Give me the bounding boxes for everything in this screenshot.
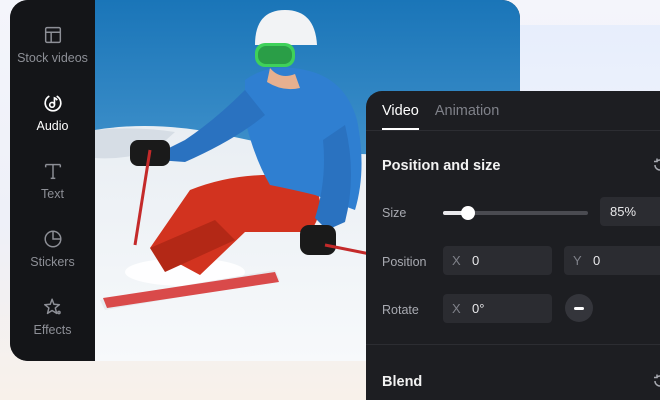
position-label: Position — [382, 255, 427, 269]
rotate-input[interactable]: X 0° — [443, 294, 552, 323]
stock-videos-icon — [44, 26, 61, 43]
sidebar-item-label: Audio — [36, 118, 69, 133]
sidebar-item-audio[interactable]: Audio — [10, 78, 95, 146]
properties-panel: Video Animation Position and size Size 8… — [366, 91, 660, 400]
reset-icon[interactable] — [652, 373, 660, 389]
position-size-title: Position and size — [382, 158, 501, 174]
x-axis-label: X — [452, 301, 461, 316]
reset-icon[interactable] — [652, 157, 660, 173]
sidebar-item-label: Text — [41, 186, 64, 201]
rotate-value: 0° — [472, 301, 485, 316]
section-divider — [366, 344, 660, 345]
tab-animation[interactable]: Animation — [435, 103, 499, 130]
audio-icon — [43, 94, 62, 112]
panel-tabs: Video Animation — [382, 103, 499, 130]
position-y-value: 0 — [593, 253, 601, 268]
size-slider[interactable] — [443, 206, 588, 220]
rotate-knob-indicator — [574, 306, 584, 310]
sidebar-item-label: Stock videos — [17, 50, 88, 65]
position-x-input[interactable]: X 0 — [443, 246, 552, 275]
sidebar: Stock videos Audio Text Stickers Effects — [10, 0, 95, 361]
sidebar-item-stock-videos[interactable]: Stock videos — [10, 10, 95, 78]
size-label: Size — [382, 206, 407, 220]
x-axis-label: X — [452, 253, 461, 268]
sidebar-item-label: Effects — [33, 322, 72, 337]
blend-title: Blend — [382, 374, 423, 390]
sidebar-item-label: Stickers — [30, 254, 75, 269]
rotate-label: Rotate — [382, 303, 419, 317]
stickers-icon — [43, 229, 62, 248]
rotate-knob[interactable] — [565, 294, 593, 322]
sidebar-item-effects[interactable]: Effects — [10, 282, 95, 350]
y-axis-label: Y — [573, 253, 582, 268]
size-value: 85% — [610, 204, 637, 219]
position-x-value: 0 — [472, 253, 480, 268]
effects-icon — [43, 297, 61, 314]
sidebar-item-text[interactable]: Text — [10, 146, 95, 214]
tab-divider — [366, 130, 660, 131]
size-slider-thumb[interactable] — [460, 206, 475, 220]
text-icon — [44, 163, 61, 179]
sidebar-item-stickers[interactable]: Stickers — [10, 214, 95, 282]
position-y-input[interactable]: Y 0 — [564, 246, 660, 275]
tab-video[interactable]: Video — [382, 103, 419, 130]
size-input[interactable]: 85% — [600, 197, 660, 226]
